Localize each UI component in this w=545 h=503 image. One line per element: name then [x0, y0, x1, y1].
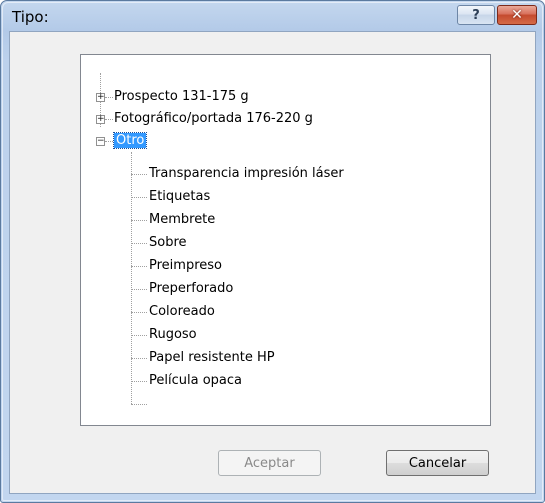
tree-item-label: Preperforado	[149, 281, 234, 296]
tree-item-fotografico[interactable]: Fotográfico/portada 176-220 g	[114, 109, 313, 129]
tree-item-pelicula-opaca[interactable]: Película opaca	[149, 371, 242, 391]
tree-connector	[105, 141, 113, 142]
tree-item-rugoso[interactable]: Rugoso	[149, 325, 197, 345]
tree-item-otro[interactable]: Otro	[112, 131, 148, 151]
paper-type-tree[interactable]: + Prospecto 131-175 g + Fotográfico/port…	[80, 54, 491, 426]
tree-item-label: Transparencia impresión láser	[149, 166, 344, 181]
tree-connector	[131, 358, 147, 359]
tree-item-label: Etiquetas	[149, 189, 211, 204]
close-icon: ✕	[511, 7, 523, 23]
tree-connector	[105, 97, 113, 98]
tree-connector	[131, 152, 132, 404]
tree-connector	[131, 381, 147, 382]
tree-item-transparencia[interactable]: Transparencia impresión láser	[149, 164, 344, 184]
tree-connector	[131, 289, 147, 290]
tree-connector	[105, 119, 113, 120]
cancel-button[interactable]: Cancelar	[386, 450, 489, 476]
expand-plus-icon[interactable]: +	[96, 115, 105, 124]
tree-connector	[131, 312, 147, 313]
tree-item-prospecto[interactable]: Prospecto 131-175 g	[114, 87, 249, 107]
tree-item-label-selected: Otro	[112, 132, 148, 149]
expand-plus-icon[interactable]: +	[96, 93, 105, 102]
tree-item-label: Rugoso	[149, 327, 197, 342]
tree-connector	[131, 220, 147, 221]
tree-item-preimpreso[interactable]: Preimpreso	[149, 256, 222, 276]
tree-item-etiquetas[interactable]: Etiquetas	[149, 187, 210, 207]
collapse-minus-icon[interactable]: −	[96, 137, 105, 146]
window-title: Tipo:	[12, 8, 49, 26]
tree-item-label: Sobre	[149, 235, 187, 250]
tree-item-label: Película opaca	[149, 373, 242, 388]
tree-item-coloreado[interactable]: Coloreado	[149, 302, 215, 322]
tree-connector	[131, 174, 147, 175]
tree-connector	[131, 266, 147, 267]
tree-item-label: Papel resistente HP	[149, 350, 275, 365]
tree-item-label: Membrete	[149, 212, 216, 227]
tree-connector	[131, 335, 147, 336]
tree-item-label: Preimpreso	[149, 258, 222, 273]
help-icon: ?	[472, 7, 480, 23]
tree-item-papel-resistente[interactable]: Papel resistente HP	[149, 348, 275, 368]
tree-item-preperforado[interactable]: Preperforado	[149, 279, 233, 299]
dialog-window: Tipo: ? ✕ + Prospecto 131-175 g + Fotogr…	[0, 0, 545, 503]
tree-item-sobre[interactable]: Sobre	[149, 233, 187, 253]
tree-connector	[131, 243, 147, 244]
tree-item-membrete[interactable]: Membrete	[149, 210, 215, 230]
tree-item-label: Fotográfico/portada 176-220 g	[114, 111, 313, 126]
tree-item-label: Prospecto 131-175 g	[114, 89, 249, 104]
tree-item-label: Coloreado	[149, 304, 215, 319]
tree-connector	[131, 404, 147, 405]
accept-button[interactable]: Aceptar	[218, 450, 321, 476]
close-button[interactable]: ✕	[497, 5, 537, 25]
help-button[interactable]: ?	[457, 5, 495, 25]
tree-connector	[131, 197, 147, 198]
